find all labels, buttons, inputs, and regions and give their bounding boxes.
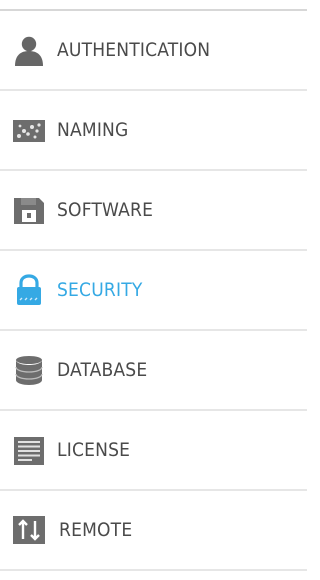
sidebar-item-database[interactable]: DATABASE [0, 331, 307, 411]
database-icon [12, 353, 46, 387]
sidebar-item-label: REMOTE [59, 519, 133, 541]
naming-icon [12, 113, 46, 147]
sidebar-item-label: LICENSE [57, 439, 131, 461]
sidebar-item-license[interactable]: LICENSE [0, 411, 307, 491]
sidebar-item-label: DATABASE [57, 359, 148, 381]
sidebar-item-naming[interactable]: NAMING [0, 91, 307, 171]
lock-icon [12, 273, 46, 307]
sidebar-item-authentication[interactable]: AUTHENTICATION [0, 11, 307, 91]
sidebar-item-label: NAMING [57, 119, 129, 141]
sidebar-item-label: AUTHENTICATION [57, 39, 211, 61]
sidebar-item-software[interactable]: SOFTWARE [0, 171, 307, 251]
sidebar-item-remote[interactable]: REMOTE [0, 491, 307, 571]
software-disk-icon [12, 193, 46, 227]
sidebar-item-label: SOFTWARE [57, 199, 154, 221]
user-icon [12, 33, 46, 67]
license-document-icon [12, 433, 46, 467]
sidebar-item-security[interactable]: SECURITY [0, 251, 307, 331]
settings-sidebar: AUTHENTICATION NAMING SOFTWARE SECURITY … [0, 11, 307, 571]
remote-transfer-icon [12, 513, 46, 547]
sidebar-item-label: SECURITY [57, 279, 143, 301]
